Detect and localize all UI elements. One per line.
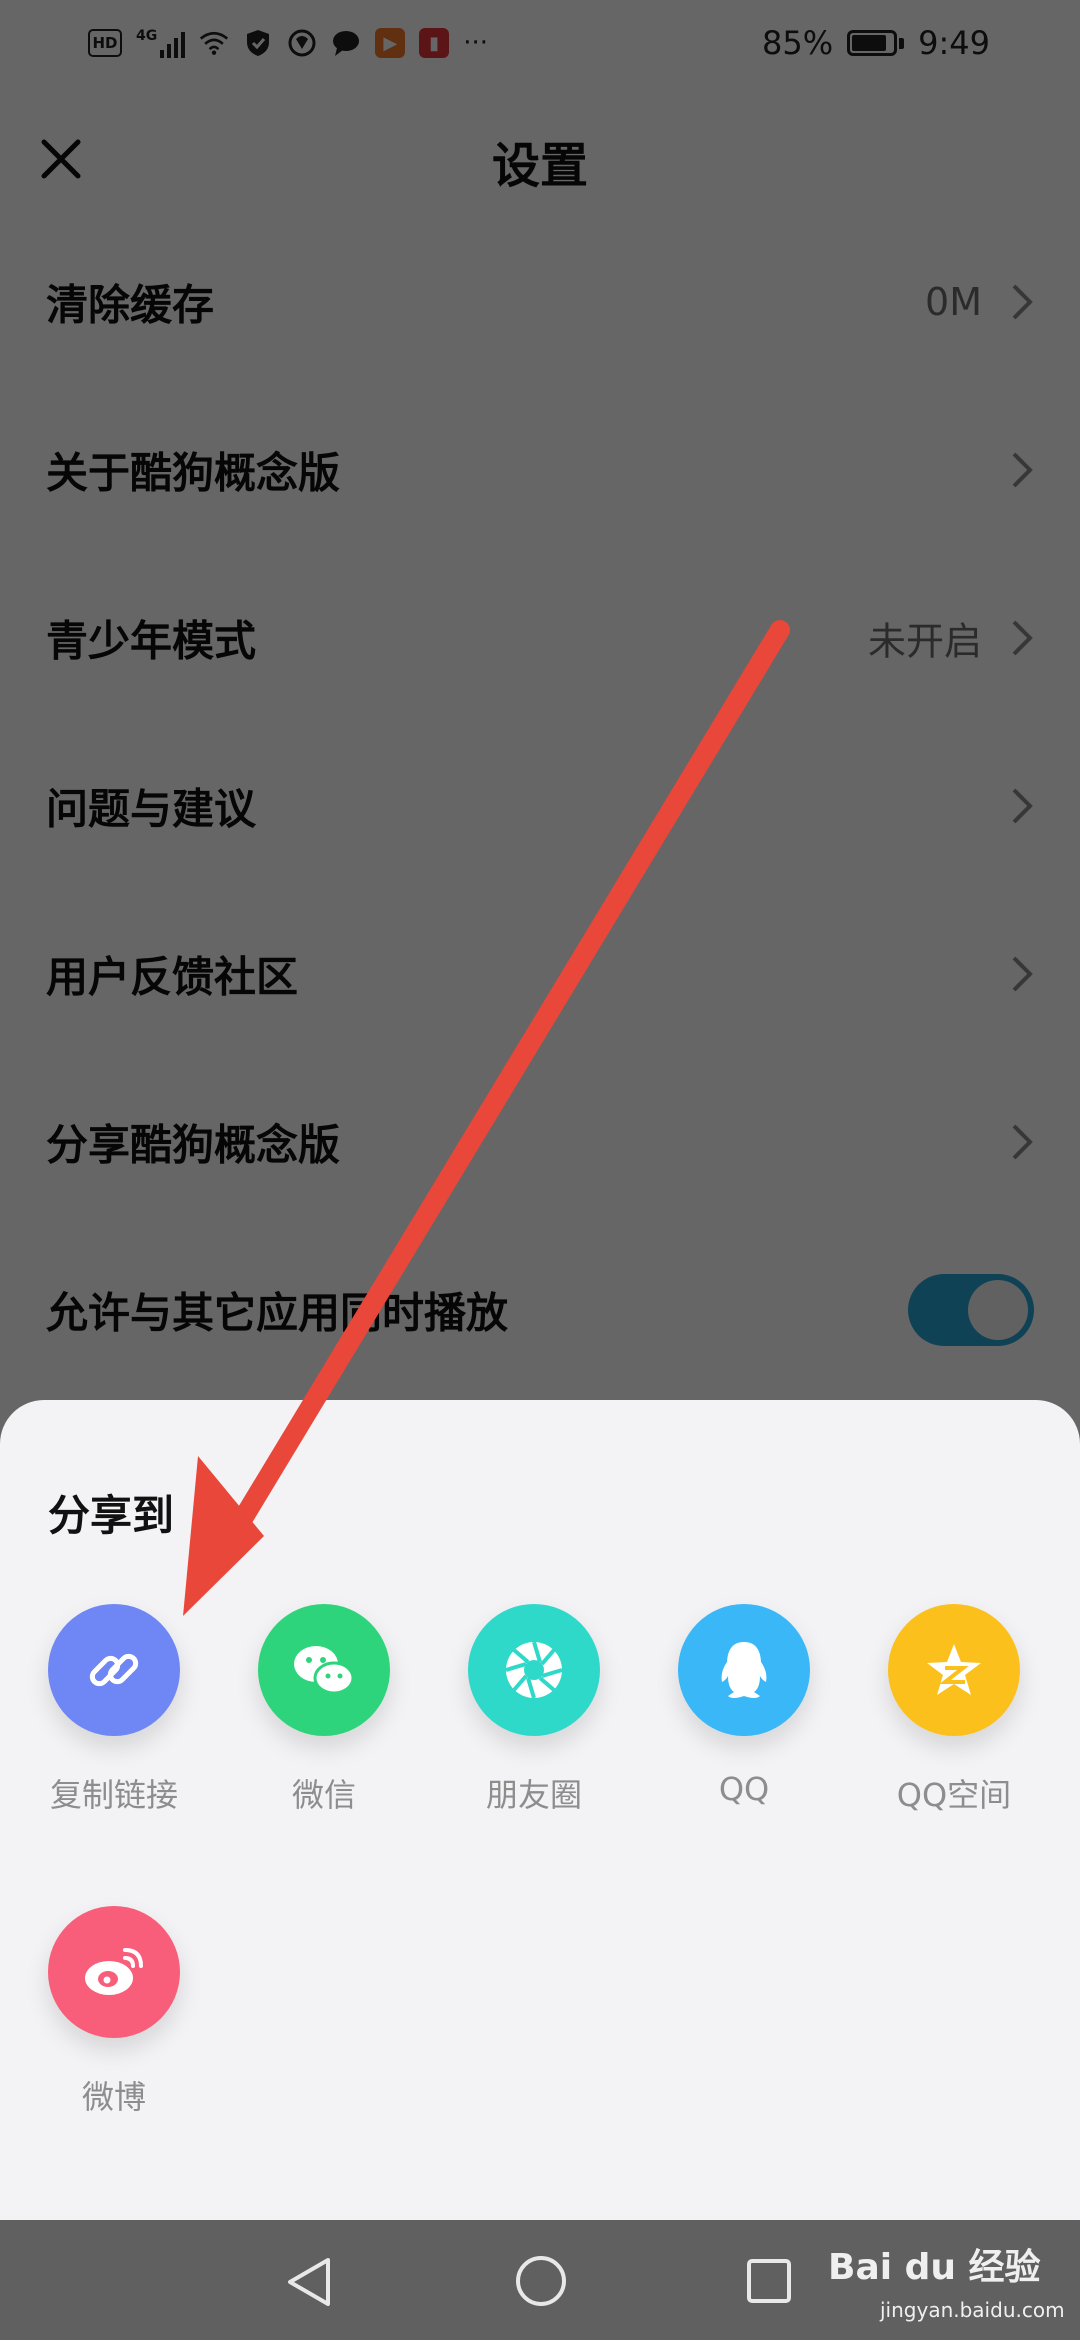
chevron-right-icon: [1012, 1124, 1033, 1160]
share-sheet: 分享到 复制链接 微信 朋友圈 QQ QQ空间 微博: [0, 1400, 1080, 2220]
recent-apps-icon[interactable]: [746, 2258, 792, 2304]
message-icon: [331, 28, 361, 58]
status-icons-left: HD 4G ▶ ▮ ···: [88, 28, 488, 58]
settings-row-share-app[interactable]: 分享酷狗概念版: [0, 1058, 1080, 1226]
settings-row-mixed-playback: 允许与其它应用同时播放: [0, 1226, 1080, 1394]
settings-row-about[interactable]: 关于酷狗概念版: [0, 386, 1080, 554]
moments-circle: [468, 1604, 600, 1736]
row-label: 允许与其它应用同时播放: [46, 1288, 509, 1338]
hd-icon: HD: [88, 29, 122, 57]
moments-icon: [505, 1641, 563, 1699]
battery-percentage: 85%: [762, 24, 834, 62]
share-sheet-title: 分享到: [48, 1491, 175, 1540]
share-option-weibo[interactable]: 微博: [34, 1906, 194, 2118]
share-option-qzone[interactable]: QQ空间: [874, 1604, 1034, 1816]
cache-size-value: 0M: [925, 280, 982, 324]
settings-list: 清除缓存 0M 关于酷狗概念版 青少年模式 未开启 问题与建议 用户反馈社区 分…: [0, 218, 1080, 1394]
share-option-moments[interactable]: 朋友圈: [454, 1604, 614, 1816]
qq-icon: [721, 1642, 767, 1698]
share-option-label: 微信: [291, 1776, 356, 1814]
toggle-knob: [968, 1280, 1028, 1340]
qzone-icon: [927, 1644, 981, 1695]
wifi-icon: [199, 28, 229, 58]
settings-row-feedback[interactable]: 问题与建议: [0, 722, 1080, 890]
mixed-playback-toggle[interactable]: [908, 1274, 1034, 1346]
baidu-jingyan-watermark: Bai du 经验: [828, 2247, 1041, 2288]
more-notifications-icon: ···: [463, 28, 489, 58]
system-nav-bar: Bai du 经验 jingyan.baidu.com: [0, 2220, 1080, 2340]
video-app-icon: ▶: [375, 28, 406, 58]
chevron-right-icon: [1012, 620, 1033, 656]
row-label: 清除缓存: [46, 280, 215, 330]
status-bar: HD 4G ▶ ▮ ··· 85% 9:49: [0, 0, 1080, 86]
settings-row-clear-cache[interactable]: 清除缓存 0M: [0, 218, 1080, 386]
status-icons-right: 85% 9:49: [762, 24, 990, 62]
chevron-right-icon: [1012, 788, 1033, 824]
weibo-icon: [85, 1948, 143, 1995]
teen-mode-status: 未开启: [867, 619, 982, 664]
row-label: 关于酷狗概念版: [46, 448, 341, 498]
network-type-label: 4G: [136, 28, 158, 44]
settings-row-community[interactable]: 用户反馈社区: [0, 890, 1080, 1058]
share-option-wechat[interactable]: 微信: [244, 1604, 404, 1816]
qzone-circle: [888, 1604, 1020, 1736]
wechat-icon: [294, 1646, 355, 1695]
row-label: 问题与建议: [46, 784, 257, 834]
chevron-right-icon: [1012, 284, 1033, 320]
settings-header: 设置: [0, 108, 1080, 218]
clock: 9:49: [918, 24, 990, 62]
share-option-label: 复制链接: [49, 1776, 178, 1814]
share-option-label: QQ: [718, 1770, 770, 1808]
row-label: 分享酷狗概念版: [46, 1120, 341, 1170]
share-option-label: 微博: [81, 2078, 146, 2116]
home-circle-icon[interactable]: [514, 2254, 568, 2308]
share-option-label: 朋友圈: [485, 1776, 582, 1814]
qq-circle: [678, 1604, 810, 1736]
shield-icon: [243, 28, 273, 58]
weibo-circle: [48, 1906, 180, 2038]
share-option-copy-link[interactable]: 复制链接: [34, 1604, 194, 1816]
battery-icon: [847, 30, 905, 56]
link-icon: [89, 1653, 139, 1687]
share-option-label: QQ空间: [896, 1776, 1012, 1814]
row-label: 青少年模式: [46, 616, 257, 666]
page-title: 设置: [491, 138, 588, 194]
signal-icon: 4G: [136, 28, 186, 58]
row-label: 用户反馈社区: [46, 952, 299, 1002]
chevron-right-icon: [1012, 956, 1033, 992]
settings-row-teen-mode[interactable]: 青少年模式 未开启: [0, 554, 1080, 722]
watermark-url: jingyan.baidu.com: [880, 2298, 1065, 2322]
share-option-qq[interactable]: QQ: [664, 1604, 824, 1808]
chevron-right-icon: [1012, 452, 1033, 488]
copy-link-circle: [48, 1604, 180, 1736]
back-triangle-icon[interactable]: [284, 2256, 334, 2308]
reader-app-icon: ▮: [419, 28, 450, 58]
wechat-circle: [258, 1604, 390, 1736]
browser-icon: [287, 28, 317, 58]
